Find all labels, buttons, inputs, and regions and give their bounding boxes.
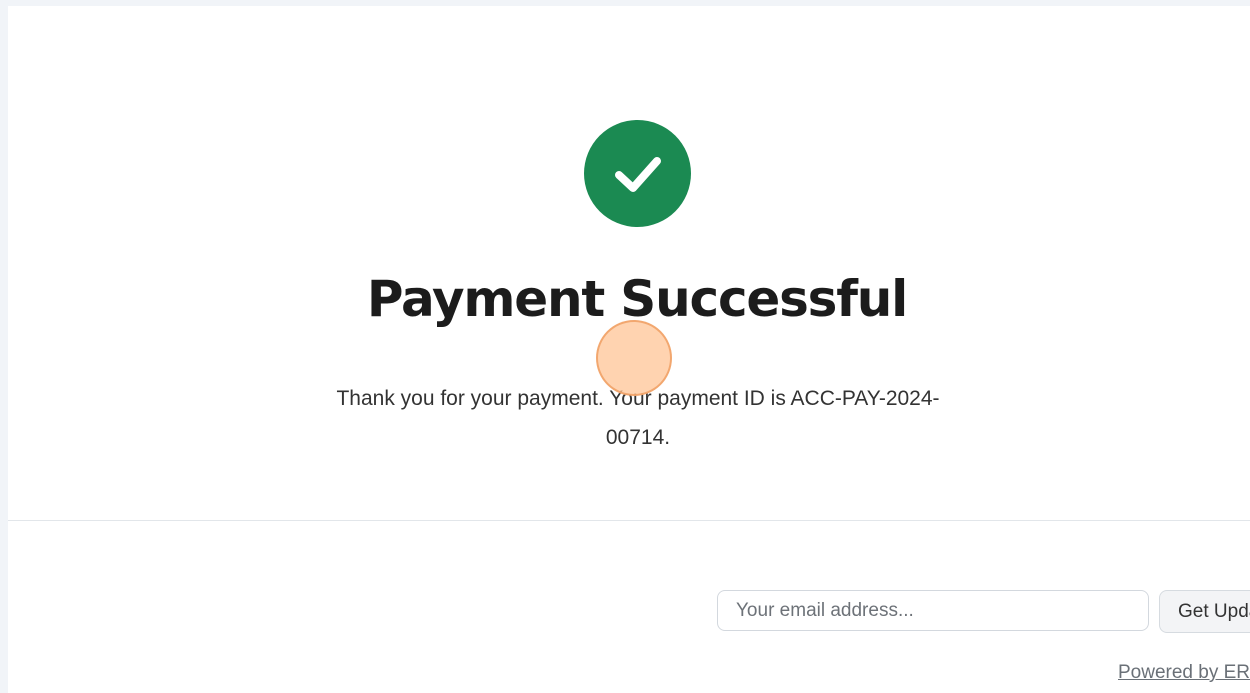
footer-divider xyxy=(8,520,1250,521)
page-title: Payment Successful xyxy=(366,270,908,328)
get-updates-button[interactable]: Get Updates xyxy=(1159,590,1250,633)
payment-confirmation-message: Thank you for your payment. Your payment… xyxy=(336,387,940,449)
check-circle-icon xyxy=(584,120,691,227)
email-field[interactable] xyxy=(717,590,1149,631)
powered-by-link[interactable]: Powered by ERPNext xyxy=(1118,662,1250,684)
checkmark-icon xyxy=(614,156,661,192)
page-container: Payment Successful Thank you for your pa… xyxy=(8,6,1250,693)
